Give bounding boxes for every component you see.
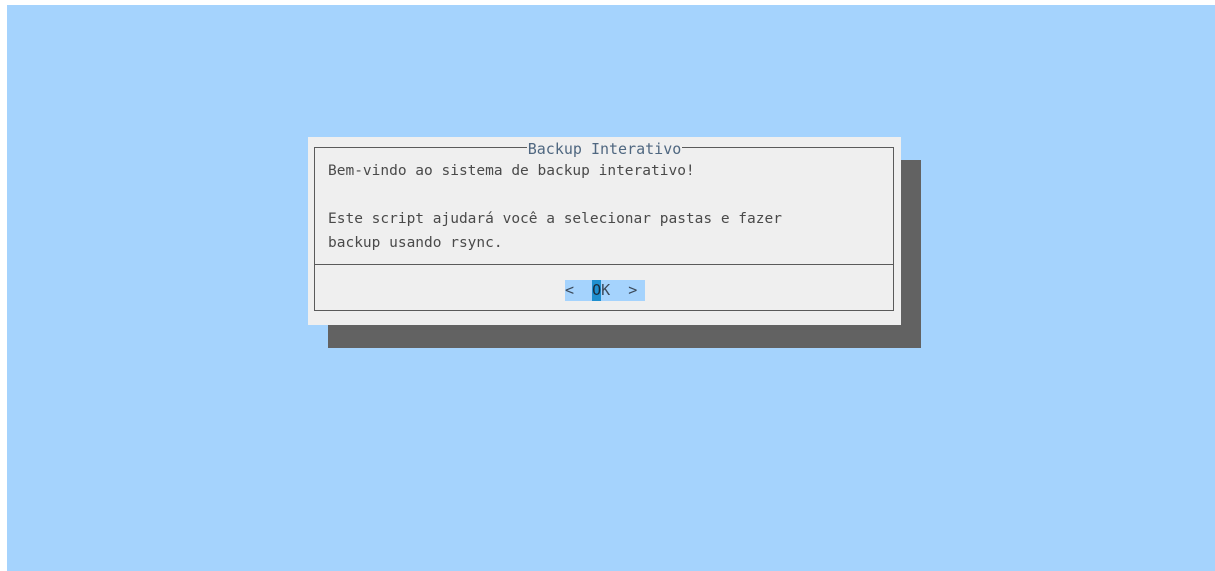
- message-line: ​: [328, 183, 782, 207]
- dialog-title-bar: Backup Interativo: [308, 139, 901, 159]
- button-left-bracket: <: [565, 281, 575, 299]
- dialog-title: Backup Interativo: [526, 140, 683, 158]
- ok-button[interactable]: < OK >: [565, 280, 645, 301]
- message-line: Este script ajudará você a selecionar pa…: [328, 211, 782, 227]
- button-separator: [314, 264, 894, 265]
- message-line: backup usando rsync.: [328, 235, 503, 251]
- ok-hotkey: O: [592, 280, 602, 301]
- message-dialog: Backup Interativo Bem-vindo ao sistema d…: [308, 137, 901, 325]
- ok-label-rest: K: [601, 281, 611, 299]
- message-line: Bem-vindo ao sistema de backup interativ…: [328, 163, 695, 179]
- terminal-background: Backup Interativo Bem-vindo ao sistema d…: [7, 5, 1215, 571]
- button-right-bracket: >: [628, 281, 638, 299]
- dialog-message: Bem-vindo ao sistema de backup interativ…: [328, 159, 782, 255]
